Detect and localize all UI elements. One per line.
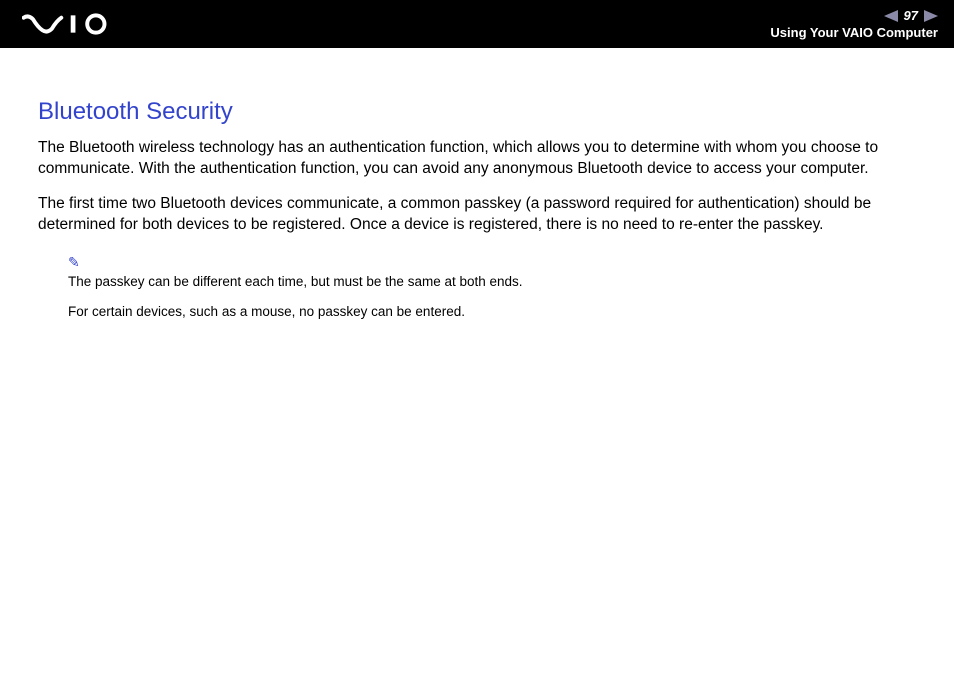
document-header: 97 Using Your VAIO Computer	[0, 0, 954, 48]
next-page-arrow-icon[interactable]	[924, 10, 938, 22]
note-text: For certain devices, such as a mouse, no…	[68, 303, 916, 321]
vaio-logo	[22, 13, 132, 35]
body-paragraph: The first time two Bluetooth devices com…	[38, 194, 916, 236]
prev-page-arrow-icon[interactable]	[884, 10, 898, 22]
page-navigation: 97	[884, 8, 938, 23]
document-content: Bluetooth Security The Bluetooth wireles…	[0, 48, 954, 321]
note-pencil-icon: ✎	[68, 254, 916, 271]
note-text: The passkey can be different each time, …	[68, 273, 916, 291]
header-right: 97 Using Your VAIO Computer	[770, 8, 938, 40]
body-paragraph: The Bluetooth wireless technology has an…	[38, 138, 916, 180]
section-label: Using Your VAIO Computer	[770, 25, 938, 40]
page-number: 97	[904, 8, 918, 23]
page-heading: Bluetooth Security	[38, 98, 916, 126]
note-block: ✎ The passkey can be different each time…	[68, 254, 916, 321]
